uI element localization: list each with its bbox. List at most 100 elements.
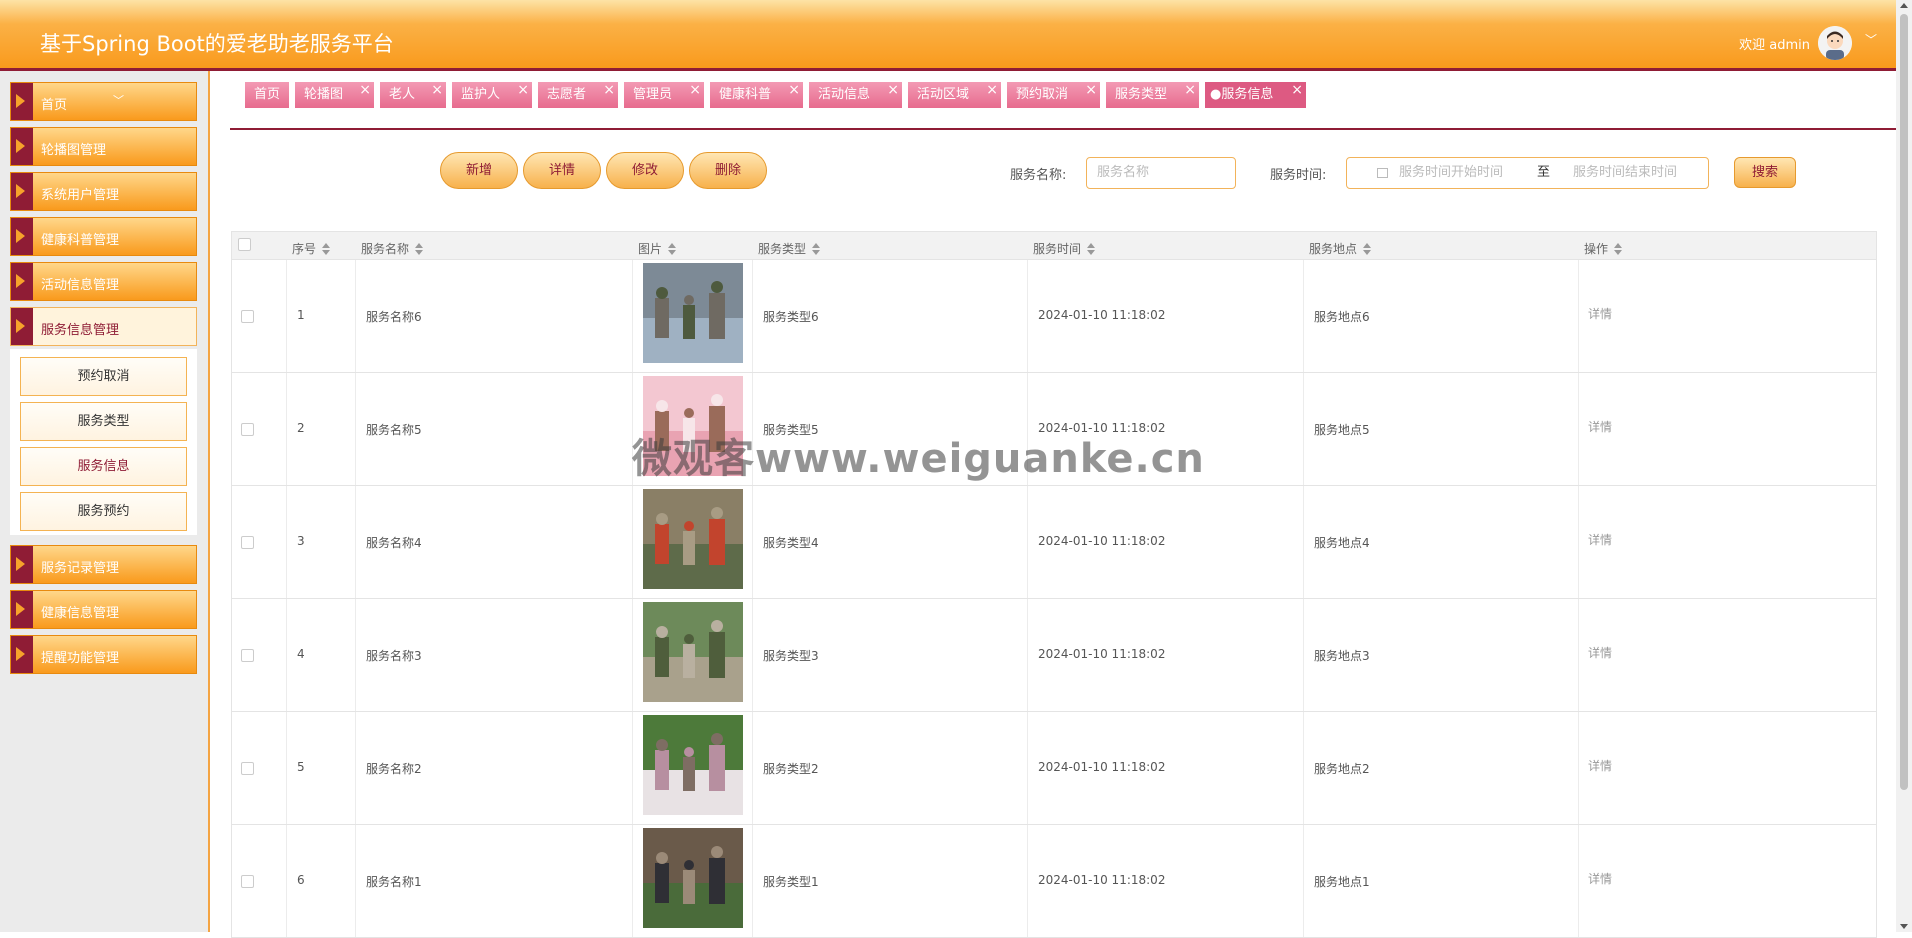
sidebar-item-users[interactable]: 系统用户管理 (10, 172, 197, 211)
col-header-place[interactable]: 服务地点 (1309, 240, 1372, 257)
service-name-input[interactable]: 服务名称 (1086, 157, 1236, 189)
submenu-item-service-type[interactable]: 服务类型 (20, 402, 187, 441)
scrollbar-thumb[interactable] (1900, 14, 1908, 790)
scroll-down-icon[interactable] (1900, 924, 1908, 929)
tab-carousel[interactable]: 轮播图 × (295, 82, 374, 108)
sort-icon[interactable] (1614, 243, 1623, 255)
sort-icon[interactable] (668, 243, 677, 255)
row-checkbox[interactable] (241, 875, 254, 888)
add-button[interactable]: 新增 (440, 152, 518, 189)
row-detail-link[interactable]: 详情 (1588, 644, 1612, 661)
delete-button[interactable]: 删除 (689, 152, 767, 189)
tab-volunteer[interactable]: 志愿者 × (538, 82, 618, 108)
sidebar: 首页 ﹀ 轮播图管理 系统用户管理 健康科普管理 活动信息管理 服务信息管理 预… (0, 71, 210, 932)
sidebar-item-service-records[interactable]: 服务记录管理 (10, 545, 197, 584)
sidebar-item-activity[interactable]: 活动信息管理 (10, 262, 197, 301)
sidebar-item-health-science[interactable]: 健康科普管理 (10, 217, 197, 256)
scroll-up-icon[interactable] (1900, 3, 1908, 8)
tab-guardian[interactable]: 监护人 × (452, 82, 532, 108)
sort-icon[interactable] (812, 243, 821, 255)
close-icon[interactable]: × (603, 77, 615, 103)
cell-no: 5 (297, 760, 305, 774)
row-checkbox[interactable] (241, 423, 254, 436)
submenu-item-service-info[interactable]: 服务信息 (20, 447, 187, 486)
cell-name: 服务名称6 (366, 310, 422, 324)
close-icon[interactable]: × (788, 77, 800, 103)
tab-admin[interactable]: 管理员 × (624, 82, 704, 108)
sidebar-item-label: 服务信息管理 (41, 323, 120, 338)
service-time-range[interactable]: 服务时间开始时间 至 服务时间结束时间 (1346, 157, 1709, 189)
tab-home[interactable]: 首页 (245, 82, 289, 108)
caret-right-icon (11, 591, 33, 628)
close-icon[interactable]: × (359, 77, 371, 103)
sort-icon[interactable] (322, 243, 331, 255)
col-header-name[interactable]: 服务名称 (361, 240, 424, 257)
edit-button[interactable]: 修改 (606, 152, 684, 189)
tab-activity-info[interactable]: 活动信息 × (809, 82, 902, 108)
submenu-item-service-booking[interactable]: 服务预约 (20, 492, 187, 531)
table-row[interactable]: 4 服务名称3 服务类型3 2024-01-10 11:18:02 服务地点3 详情 (231, 599, 1877, 712)
tab-activity-area[interactable]: 活动区域 × (908, 82, 1001, 108)
close-icon[interactable]: × (431, 77, 443, 103)
tab-label: 监护人 (461, 87, 501, 102)
close-icon[interactable]: × (986, 77, 998, 103)
cell-time: 2024-01-10 11:18:02 (1038, 647, 1166, 661)
row-detail-link[interactable]: 详情 (1588, 305, 1612, 322)
tab-health-science[interactable]: 健康科普 × (710, 82, 803, 108)
row-detail-link[interactable]: 详情 (1588, 418, 1612, 435)
row-checkbox[interactable] (241, 536, 254, 549)
tab-service-type[interactable]: 服务类型 × (1106, 82, 1199, 108)
end-time-placeholder[interactable]: 服务时间结束时间 (1573, 158, 1677, 188)
cell-no: 3 (297, 534, 305, 548)
row-detail-link[interactable]: 详情 (1588, 531, 1612, 548)
cell-place: 服务地点3 (1314, 649, 1370, 663)
sidebar-item-health-info[interactable]: 健康信息管理 (10, 590, 197, 629)
sort-icon[interactable] (415, 243, 424, 255)
row-checkbox[interactable] (241, 310, 254, 323)
sidebar-item-service-info[interactable]: 服务信息管理 (10, 307, 197, 346)
select-all-checkbox[interactable] (238, 238, 251, 251)
col-header-time[interactable]: 服务时间 (1033, 240, 1096, 257)
welcome-text: 欢迎 admin (1739, 38, 1810, 53)
row-checkbox[interactable] (241, 649, 254, 662)
tab-label: 活动信息 (818, 87, 871, 102)
close-icon[interactable]: × (887, 77, 899, 103)
service-image (643, 715, 743, 815)
tab-label: 服务类型 (1115, 87, 1168, 102)
sidebar-item-label: 健康信息管理 (41, 606, 120, 621)
sidebar-item-label: 服务记录管理 (41, 561, 120, 576)
caret-right-icon (11, 308, 33, 345)
avatar[interactable] (1818, 26, 1852, 60)
chevron-down-icon[interactable]: ﹀ (1864, 33, 1878, 47)
sidebar-item-reminders[interactable]: 提醒功能管理 (10, 635, 197, 674)
cell-type: 服务类型1 (763, 875, 819, 889)
table-row[interactable]: 1 服务名称6 服务类型6 2024-01-10 11:18:02 服务地点6 详情 (231, 260, 1877, 373)
col-header-type[interactable]: 服务类型 (758, 240, 821, 257)
sidebar-item-label: 系统用户管理 (41, 188, 120, 203)
col-header-no[interactable]: 序号 (292, 240, 331, 257)
close-icon[interactable]: × (1291, 77, 1303, 103)
close-icon[interactable]: × (1184, 77, 1196, 103)
col-header-image[interactable]: 图片 (638, 240, 677, 257)
submenu-item-cancel-booking[interactable]: 预约取消 (20, 357, 187, 396)
row-checkbox[interactable] (241, 762, 254, 775)
sort-icon[interactable] (1363, 243, 1372, 255)
sort-icon[interactable] (1087, 243, 1096, 255)
close-icon[interactable]: × (517, 77, 529, 103)
row-detail-link[interactable]: 详情 (1588, 870, 1612, 887)
row-detail-link[interactable]: 详情 (1588, 757, 1612, 774)
detail-button[interactable]: 详情 (523, 152, 601, 189)
sidebar-item-home[interactable]: 首页 ﹀ (10, 82, 197, 121)
vertical-scrollbar[interactable] (1896, 0, 1912, 932)
table-row[interactable]: 5 服务名称2 服务类型2 2024-01-10 11:18:02 服务地点2 详情 (231, 712, 1877, 825)
sidebar-item-carousel[interactable]: 轮播图管理 (10, 127, 197, 166)
close-icon[interactable]: × (1085, 77, 1097, 103)
start-time-placeholder[interactable]: 服务时间开始时间 (1399, 158, 1503, 188)
table-row[interactable]: 3 服务名称4 服务类型4 2024-01-10 11:18:02 服务地点4 详情 (231, 486, 1877, 599)
tab-elderly[interactable]: 老人 × (380, 82, 446, 108)
table-row[interactable]: 6 服务名称1 服务类型1 2024-01-10 11:18:02 服务地点1 详情 (231, 825, 1877, 938)
close-icon[interactable]: × (689, 77, 701, 103)
tab-cancel-booking[interactable]: 预约取消 × (1007, 82, 1100, 108)
search-button[interactable]: 搜索 (1734, 157, 1796, 188)
tab-service-info[interactable]: ●服务信息 × (1205, 82, 1306, 108)
